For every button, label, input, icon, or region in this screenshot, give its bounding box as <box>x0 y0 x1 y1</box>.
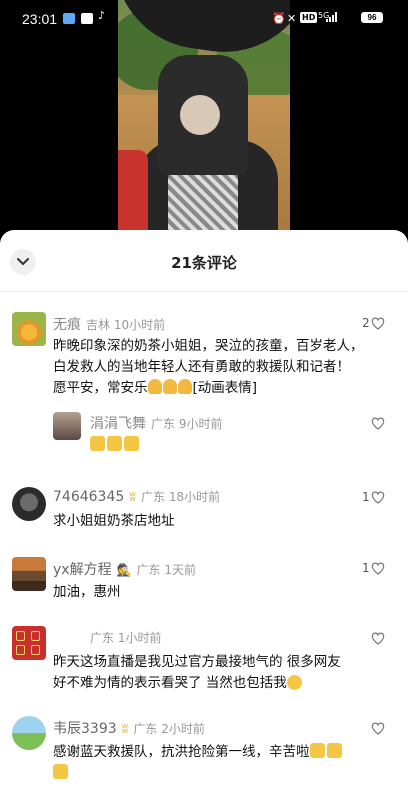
like-button[interactable] <box>362 416 392 432</box>
comment-location: 广东 <box>133 722 158 736</box>
like-count: 1 <box>362 561 370 575</box>
avatar[interactable] <box>53 412 81 440</box>
like-button[interactable]: 1 <box>362 561 392 577</box>
heart-outline-icon <box>371 722 385 735</box>
username[interactable]: 74646345 <box>53 489 124 505</box>
comment-time: 10小时前 <box>113 318 166 332</box>
username[interactable]: 无痕 <box>53 317 81 333</box>
comment-time: 1小时前 <box>117 631 162 645</box>
status-bar: 23:01 ♪ ⏰ ✕ HD 5G 96 <box>0 0 408 36</box>
comment-line-text: 愿平安，常安乐 <box>53 380 148 396</box>
mute-icon: ✕ <box>287 13 297 25</box>
comment-meta: 广东 1小时前 <box>85 629 161 646</box>
heart-outline-icon <box>371 491 385 504</box>
thumbs-up-emoji-icon <box>107 436 122 451</box>
video-red-object <box>118 150 148 230</box>
avatar[interactable] <box>12 626 46 660</box>
sheet-header: 21条评论 <box>0 230 408 292</box>
app-notification-icon <box>63 13 75 24</box>
comment-text: 昨晚印象深的奶茶小姐姐，哭泣的孩童，百岁老人， 白发救人的当地年轻人还有勇敢的救… <box>53 336 398 399</box>
username[interactable]: 韦辰3393 <box>53 721 117 737</box>
comment-meta: yx解方程 🕵 广东 1天前 <box>53 559 196 579</box>
like-count: 2 <box>362 316 370 330</box>
alarm-icon: ⏰ <box>272 13 286 25</box>
avatar[interactable] <box>12 716 46 750</box>
comment-line: 昨天这场直播是我见过官方最接地气的 很多网友 <box>53 654 341 670</box>
comment-text: 昨天这场直播是我见过官方最接地气的 很多网友 好不难为情的表示看哭了 当然也包括… <box>53 652 398 694</box>
comment-text: 感谢蓝天救援队，抗洪抢险第一线，辛苦啦 <box>53 742 398 784</box>
like-button[interactable]: 1 <box>362 490 392 506</box>
comment-location: 广东 <box>136 563 161 577</box>
pray-emoji-icon <box>147 379 162 394</box>
comment-meta: 无痕 吉林 10小时前 <box>53 314 165 334</box>
heart-outline-icon <box>371 562 385 575</box>
avatar[interactable] <box>12 312 46 346</box>
comment-time: 2小时前 <box>161 722 205 736</box>
status-time: 23:01 <box>22 11 58 27</box>
comment-line: 白发救人的当地年轻人还有勇敢的救援队和记者！ <box>53 359 350 375</box>
comment-sheet: 21条评论 无痕 吉林 10小时前 2 昨晚印象深的奶茶小姐姐，哭泣的孩童，百岁老… <box>0 230 408 797</box>
heart-outline-icon <box>371 632 385 645</box>
signal-icon <box>326 12 340 22</box>
wheat-badge-icon: ʬ <box>129 490 136 505</box>
thumbs-up-emoji-icon <box>326 743 342 758</box>
comment-location: 吉林 <box>86 318 111 332</box>
comment-line: 好不难为情的表示看哭了 当然也包括我 <box>53 673 398 694</box>
like-count: 1 <box>362 490 370 504</box>
comment-line-text: 好不难为情的表示看哭了 当然也包括我 <box>53 675 287 691</box>
username[interactable]: 涓涓飞舞 <box>90 416 146 432</box>
like-button[interactable] <box>362 721 392 737</box>
comment-line-text: 感谢蓝天救援队，抗洪抢险第一线，辛苦啦 <box>53 744 310 760</box>
avatar-mark-icon <box>16 631 25 641</box>
comment-text <box>90 435 141 456</box>
heart-outline-icon <box>371 317 385 330</box>
comment-text: 加油，惠州 <box>53 584 121 600</box>
comment-time: 18小时前 <box>168 490 221 504</box>
comment-line: 昨晚印象深的奶茶小姐姐，哭泣的孩童，百岁老人， <box>53 338 364 354</box>
comment-meta: 涓涓飞舞 广东 9小时前 <box>90 413 222 433</box>
app-notification-icon-2 <box>81 13 93 24</box>
pray-emoji-icon <box>162 379 177 394</box>
avatar-mark-icon <box>31 631 40 641</box>
username[interactable]: yx解方程 <box>53 562 112 578</box>
tiktok-icon: ♪ <box>98 9 106 22</box>
thumbs-up-emoji-icon <box>53 764 68 779</box>
comment-time: 1天前 <box>164 563 197 577</box>
animated-emoji-label: [动画表情] <box>192 380 258 396</box>
comment-meta: 韦辰3393 ʬ 广东 2小时前 <box>53 718 205 738</box>
avatar[interactable] <box>12 487 46 521</box>
comment-time: 9小时前 <box>178 417 223 431</box>
video-person-face <box>180 95 220 135</box>
pray-emoji-icon <box>177 379 192 394</box>
like-button[interactable] <box>362 631 392 647</box>
crying-emoji-icon <box>286 675 302 690</box>
sheet-title: 21条评论 <box>171 254 237 272</box>
thumbs-up-emoji-icon <box>124 436 139 451</box>
comment-location: 广东 <box>140 490 165 504</box>
comment-location: 广东 <box>90 631 115 645</box>
avatar-mark-icon <box>16 645 25 655</box>
hd-icon: HD <box>300 12 318 23</box>
comment-meta: 74646345 ʬ 广东 18小时前 <box>53 488 220 505</box>
wheat-badge-icon: ʬ <box>121 722 129 737</box>
detective-emoji-icon: 🕵 <box>116 563 132 577</box>
heart-outline-icon <box>371 417 385 430</box>
thumbs-up-emoji-icon <box>309 743 325 758</box>
comment-line: 愿平安，常安乐 [动画表情] <box>53 378 398 399</box>
comment-location: 广东 <box>151 417 176 431</box>
thumbs-up-emoji-icon <box>90 436 105 451</box>
comment-text: 求小姐姐奶茶店地址 <box>53 513 175 529</box>
avatar-mark-icon <box>31 645 40 655</box>
battery-icon: 96 <box>361 12 383 23</box>
like-button[interactable]: 2 <box>362 316 392 332</box>
avatar[interactable] <box>12 557 46 591</box>
